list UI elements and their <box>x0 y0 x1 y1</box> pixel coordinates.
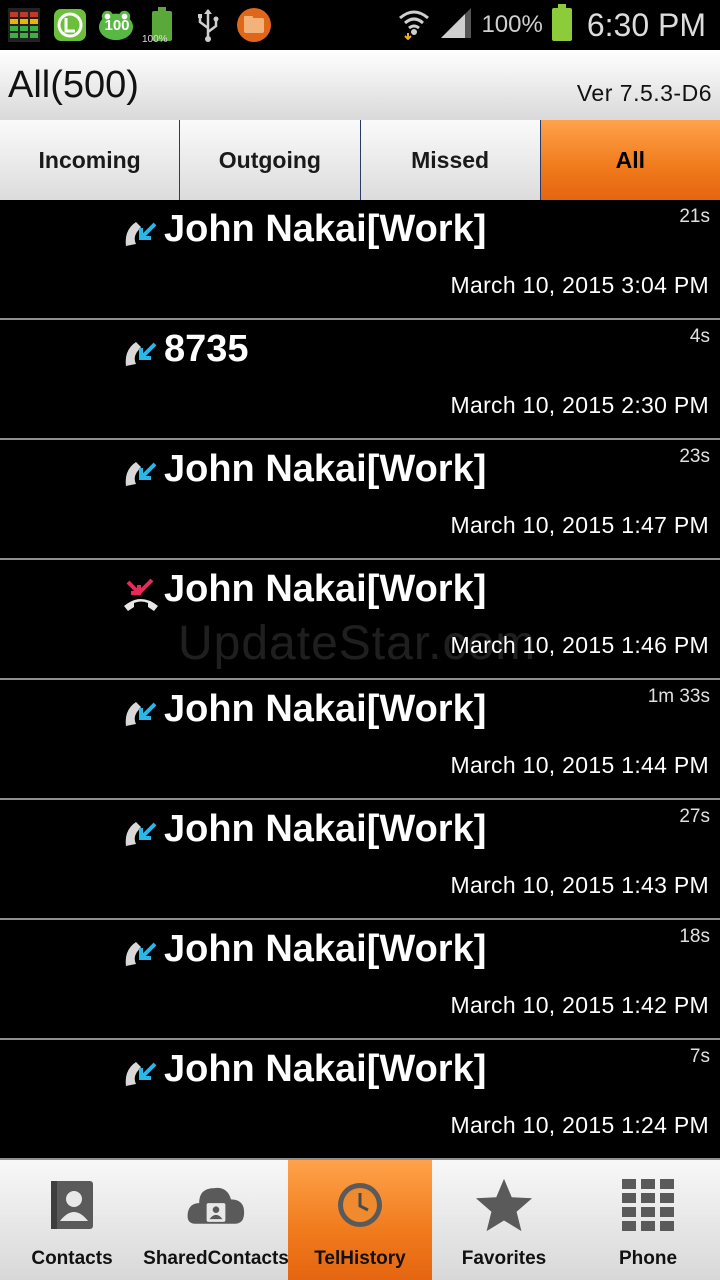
status-left-icons: 100 100% <box>0 7 272 45</box>
small-battery-text: 100% <box>142 34 168 45</box>
caller-name: John Nakai[Work] <box>164 688 487 730</box>
call-duration: 7s <box>689 1046 710 1067</box>
tab-label: Missed <box>411 146 490 173</box>
call-datetime: March 10, 2015 1:47 PM <box>450 512 709 538</box>
page-title: All(500) <box>8 64 139 106</box>
call-row[interactable]: 8735 4s March 10, 2015 2:30 PM <box>0 320 720 440</box>
tab-missed[interactable]: Missed <box>361 120 541 200</box>
star-icon <box>474 1176 534 1234</box>
call-datetime: March 10, 2015 1:46 PM <box>450 632 709 658</box>
battery-percent: 100% <box>481 11 543 38</box>
incoming-call-icon <box>122 816 160 852</box>
battery-100-icon: 100% <box>142 7 180 45</box>
incoming-call-icon <box>122 696 160 732</box>
call-duration: 27s <box>679 806 710 827</box>
caller-name: John Nakai[Work] <box>164 448 487 490</box>
call-datetime: March 10, 2015 1:42 PM <box>450 992 709 1018</box>
incoming-call-icon <box>122 456 160 492</box>
call-row[interactable]: John Nakai[Work] 7s March 10, 2015 1:24 … <box>0 1040 720 1160</box>
nav-shared-contacts[interactable]: SharedContacts <box>143 1160 289 1280</box>
call-duration: 1m 33s <box>647 686 710 707</box>
nav-favorites[interactable]: Favorites <box>432 1160 576 1280</box>
call-datetime: March 10, 2015 1:44 PM <box>450 752 709 778</box>
incoming-call-icon <box>122 1056 160 1092</box>
call-datetime: March 10, 2015 1:24 PM <box>450 1112 709 1138</box>
nav-phone[interactable]: Phone <box>576 1160 720 1280</box>
nav-contacts[interactable]: Contacts <box>0 1160 144 1280</box>
caller-name: John Nakai[Work] <box>164 1048 487 1090</box>
nav-label: SharedContacts <box>143 1248 289 1269</box>
shared-contacts-icon <box>186 1176 246 1234</box>
call-row[interactable]: John Nakai[Work] 27s March 10, 2015 1:43… <box>0 800 720 920</box>
nav-label: Contacts <box>31 1248 113 1269</box>
call-datetime: March 10, 2015 3:04 PM <box>450 272 709 298</box>
call-duration: 23s <box>679 446 710 467</box>
call-duration: 4s <box>689 326 710 347</box>
version-label: Ver 7.5.3-D6 <box>576 80 712 106</box>
dialpad-icon <box>618 1176 678 1234</box>
folder-app-icon <box>236 7 272 43</box>
cell-signal-icon <box>439 6 473 45</box>
missed-call-icon <box>122 576 160 612</box>
call-history-list[interactable]: John Nakai[Work] 21s March 10, 2015 3:04… <box>0 200 720 1160</box>
signal-meter-icon <box>6 7 42 43</box>
nav-telhistory[interactable]: TelHistory <box>288 1160 432 1280</box>
tab-outgoing[interactable]: Outgoing <box>180 120 361 200</box>
call-row[interactable]: John Nakai[Work] 18s March 10, 2015 1:42… <box>0 920 720 1040</box>
wifi-icon <box>397 6 431 45</box>
tab-label: Outgoing <box>218 146 321 173</box>
tab-incoming[interactable]: Incoming <box>0 120 181 200</box>
call-duration: 21s <box>679 206 710 227</box>
battery-icon <box>551 3 573 47</box>
title-bar: All(500) Ver 7.5.3-D6 <box>0 50 720 120</box>
call-datetime: March 10, 2015 1:43 PM <box>450 872 709 898</box>
incoming-call-icon <box>122 936 160 972</box>
status-bar: 100 100% 100% 6:30 PM <box>0 0 720 50</box>
frog-badge-text: 100 <box>104 17 130 34</box>
call-row[interactable]: John Nakai[Work] 21s March 10, 2015 3:04… <box>0 200 720 320</box>
status-right: 100% 6:30 PM <box>397 0 706 50</box>
filter-tabs: Incoming Outgoing Missed All <box>0 120 720 200</box>
phone-screen: 100 100% 100% 6:30 PM All(500) Ver 7.5.3… <box>0 0 720 1280</box>
nav-label: TelHistory <box>314 1248 406 1269</box>
bottom-nav: Contacts SharedContacts TelHistory Favor… <box>0 1160 720 1280</box>
incoming-call-icon <box>122 216 160 252</box>
clock-time: 6:30 PM <box>586 6 706 43</box>
call-row[interactable]: John Nakai[Work] 23s March 10, 2015 1:47… <box>0 440 720 560</box>
call-row[interactable]: John Nakai[Work] 1m 33s March 10, 2015 1… <box>0 680 720 800</box>
incoming-call-icon <box>122 336 160 372</box>
tab-label: Incoming <box>38 146 141 173</box>
caller-name: John Nakai[Work] <box>164 808 487 850</box>
call-datetime: March 10, 2015 2:30 PM <box>450 392 709 418</box>
frog-100-icon: 100 <box>98 7 134 43</box>
contacts-icon <box>42 1176 102 1234</box>
call-row[interactable]: John Nakai[Work] March 10, 2015 1:46 PM <box>0 560 720 680</box>
call-duration: 18s <box>679 926 710 947</box>
nav-label: Phone <box>618 1248 678 1269</box>
nav-label: Favorites <box>461 1248 547 1269</box>
usb-icon <box>190 7 226 43</box>
tab-all[interactable]: All <box>540 120 720 200</box>
caller-name: 8735 <box>164 328 249 370</box>
tab-label: All <box>615 146 646 173</box>
caller-name: John Nakai[Work] <box>164 928 487 970</box>
caller-name: John Nakai[Work] <box>164 568 487 610</box>
clock-icon <box>330 1176 390 1234</box>
line-app-icon <box>52 7 88 43</box>
caller-name: John Nakai[Work] <box>164 208 487 250</box>
